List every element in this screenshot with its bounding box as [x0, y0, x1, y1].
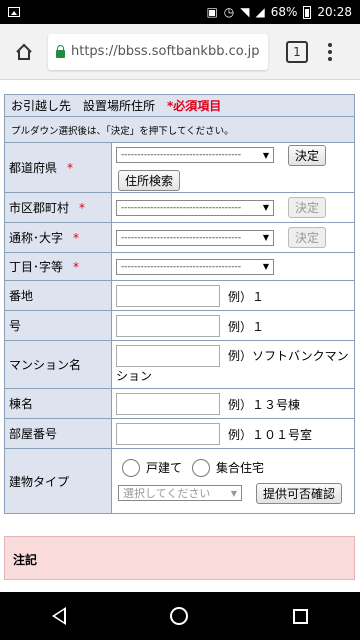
prefecture-select[interactable]: ------------------------------------- ▼	[116, 147, 274, 163]
district-select[interactable]: ------------------------------------- ▼	[116, 229, 274, 246]
building-type-label: 建物タイプ	[5, 449, 112, 513]
address-form: お引越し先 設置場所住所 *必須項目 プルダウン選択後は、「決定」を押下してくだ…	[4, 94, 355, 514]
recent-apps-icon[interactable]	[292, 608, 308, 624]
district-label: 通称･大字 *	[5, 223, 112, 252]
go-label: 号	[5, 311, 112, 340]
signal-icon: ◢	[255, 5, 265, 19]
prefecture-label: 都道府県 *	[5, 143, 112, 192]
house-radio-label: 戸建て	[146, 461, 183, 475]
tab-switcher-button[interactable]: 1	[286, 40, 308, 63]
browser-toolbar: https://bbss.softbankbb.co.jp 1	[0, 24, 360, 80]
back-icon[interactable]	[52, 607, 67, 625]
banchi-input[interactable]	[116, 285, 220, 307]
android-nav-bar	[0, 592, 360, 640]
page-content: お引越し先 設置場所住所 *必須項目 プルダウン選択後は、「決定」を押下してくだ…	[0, 80, 360, 600]
banchi-row: 番地 例）１	[5, 281, 354, 311]
mansion-row: マンション名 例）ソフトバンクマンション	[5, 341, 354, 389]
apartment-radio[interactable]	[192, 458, 211, 477]
url-text: https://bbss.softbankbb.co.jp	[71, 44, 260, 59]
lock-icon	[56, 44, 65, 58]
building-row: 棟名 例）１３号棟	[5, 389, 354, 419]
clock: 20:28	[317, 5, 352, 19]
alarm-icon: ◷	[223, 5, 235, 19]
city-label: 市区郡町村 *	[5, 193, 112, 222]
room-row: 部屋番号 例）１０１号室	[5, 419, 354, 449]
chome-select[interactable]: ------------------------------------- ▼	[116, 258, 274, 275]
go-example: 例）１	[228, 319, 265, 334]
battery-icon	[303, 5, 312, 19]
status-bar: ▣ ◷ ◥ ◢ 68% 20:28	[0, 0, 360, 24]
building-type-select[interactable]: 選択してください ▼	[118, 485, 242, 501]
district-confirm-button[interactable]: 決定	[288, 227, 327, 248]
image-notification-icon	[8, 7, 20, 17]
battery-percent: 68%	[270, 5, 298, 19]
city-select[interactable]: ------------------------------------- ▼	[116, 199, 274, 216]
go-input[interactable]	[116, 315, 220, 337]
notes-section: 注記	[4, 536, 355, 580]
home-button[interactable]	[0, 24, 48, 80]
instruction-text: プルダウン選択後は、「決定」を押下してください。	[11, 125, 234, 137]
form-title: お引越し先 設置場所住所	[11, 99, 156, 113]
banchi-label: 番地	[5, 281, 112, 310]
district-row: 通称･大字 * ---------------------------------…	[5, 223, 354, 253]
room-input[interactable]	[116, 423, 220, 445]
prefecture-confirm-button[interactable]: 決定	[288, 144, 327, 166]
city-confirm-button[interactable]: 決定	[288, 197, 327, 218]
availability-check-button[interactable]: 提供可否確認	[256, 482, 343, 504]
mansion-input[interactable]	[116, 345, 220, 367]
room-example: 例）１０１号室	[228, 427, 313, 442]
notes-title: 注記	[13, 553, 38, 567]
wifi-icon: ◥	[240, 5, 250, 19]
overflow-menu-icon[interactable]	[328, 42, 332, 61]
banchi-example: 例）１	[228, 289, 265, 304]
building-input[interactable]	[116, 393, 220, 415]
building-label: 棟名	[5, 389, 112, 418]
house-radio[interactable]	[122, 458, 140, 477]
home-nav-icon[interactable]	[170, 607, 189, 625]
apartment-radio-label: 集合住宅	[216, 461, 265, 475]
city-row: 市区郡町村 * ---------------------------------…	[5, 193, 354, 223]
prefecture-row: 都道府県 * ----------------------------------…	[5, 143, 354, 193]
go-row: 号 例）１	[5, 311, 354, 341]
building-example: 例）１３号棟	[228, 397, 301, 412]
required-note: *必須項目	[167, 99, 222, 113]
url-bar[interactable]: https://bbss.softbankbb.co.jp	[48, 33, 268, 70]
chome-label: 丁目･字等 *	[5, 253, 112, 280]
room-label: 部屋番号	[5, 419, 112, 448]
instruction-row: プルダウン選択後は、「決定」を押下してください。	[5, 117, 354, 143]
address-search-button[interactable]: 住所検索	[118, 169, 181, 191]
building-type-row: 建物タイプ 戸建て 集合住宅 選択してください ▼ 提供可否確認	[5, 449, 354, 513]
home-icon	[16, 43, 32, 60]
form-title-row: お引越し先 設置場所住所 *必須項目	[5, 95, 354, 117]
voicemail-icon: ▣	[206, 5, 218, 19]
mansion-label: マンション名	[5, 341, 112, 388]
chome-row: 丁目･字等 * ---------------------------------…	[5, 253, 354, 281]
